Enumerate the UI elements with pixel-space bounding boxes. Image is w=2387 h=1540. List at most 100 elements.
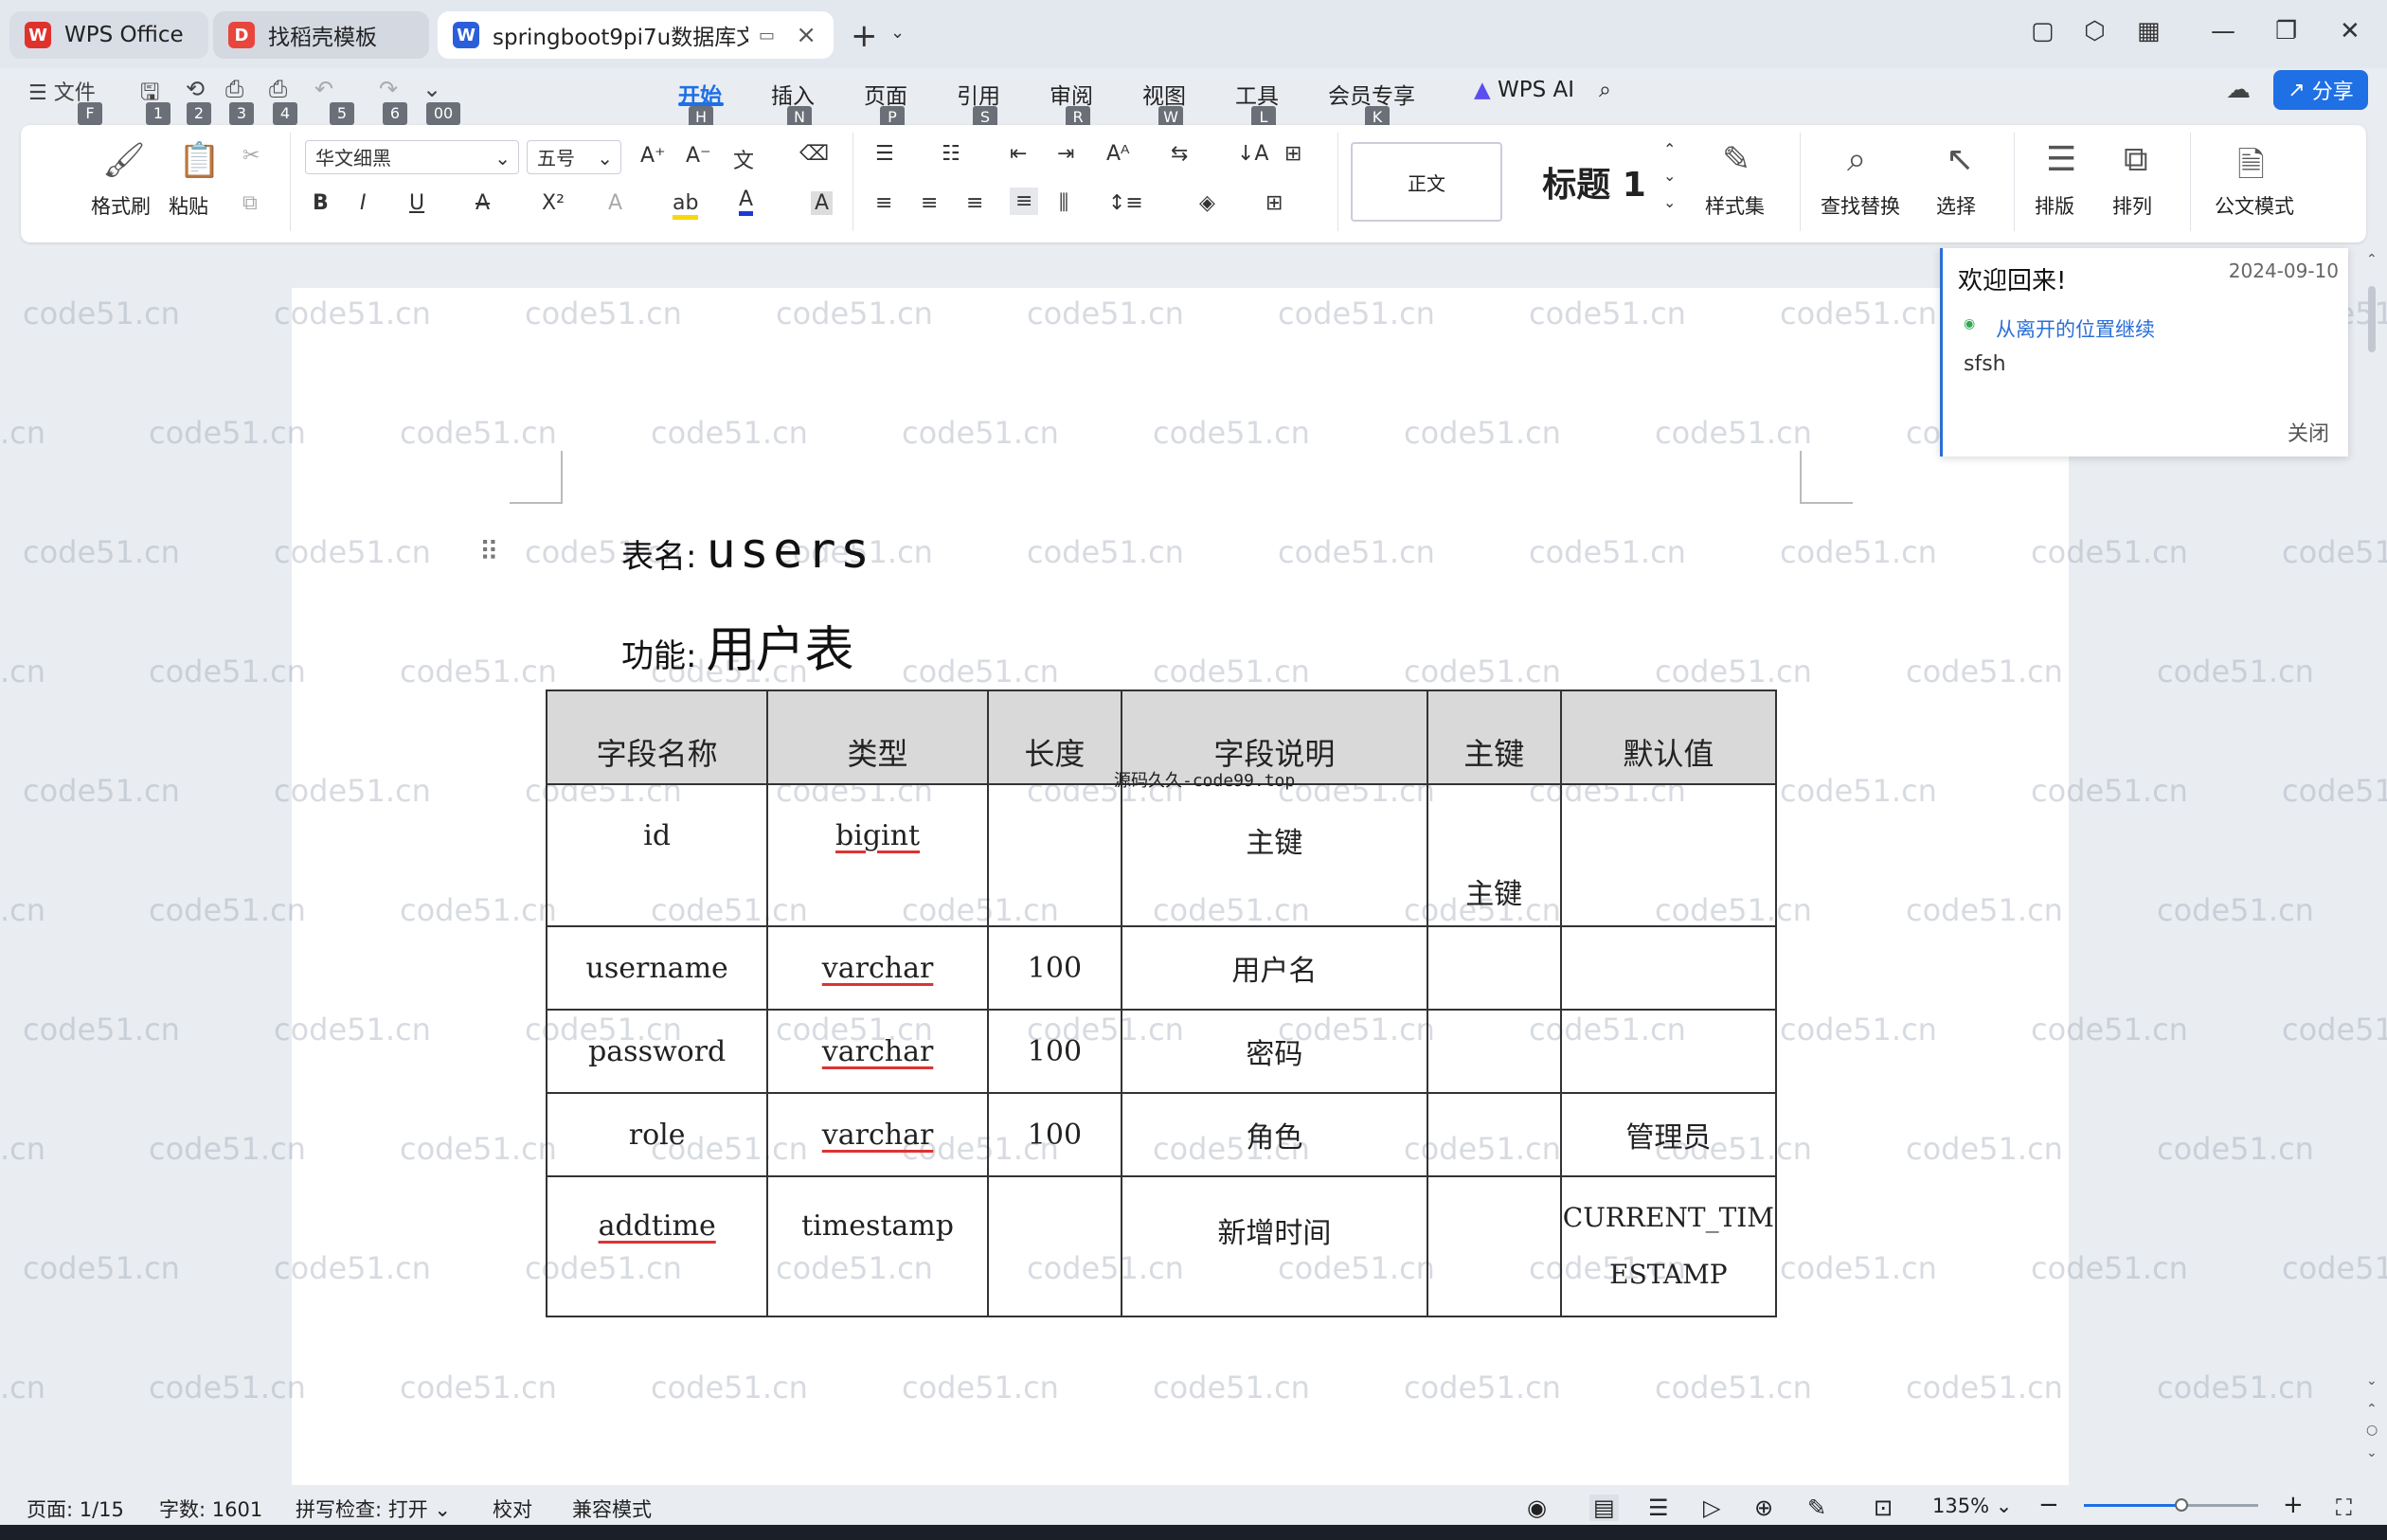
pen-icon[interactable]: ✎ [1807,1495,1826,1521]
tab-document[interactable]: W springboot9pi7u数据库文档 ▭ × [438,11,834,59]
search-icon[interactable]: ⌕ [1599,78,1611,102]
eye-protection-icon[interactable]: ◉ [1527,1495,1547,1521]
align-center-icon[interactable]: ≡ [921,191,938,215]
play-icon[interactable]: ▷ [1703,1495,1720,1521]
align-left-icon[interactable]: ≡ [875,191,892,215]
sort-icon[interactable]: ↓A [1237,142,1268,166]
field-pk-cell[interactable] [1426,1092,1562,1177]
arrange-icon[interactable]: ⧉ [2124,140,2148,180]
bold-icon[interactable]: B [313,191,329,215]
field-default-cell[interactable] [1559,1009,1778,1094]
bullets-icon[interactable]: ☰ [875,142,894,166]
format-painter-button[interactable]: 格式刷 [91,191,151,220]
menu-tools[interactable]: 工具 [1235,78,1279,110]
field-type-cell[interactable]: bigint [766,783,989,927]
text-direction-icon[interactable]: ⇆ [1171,142,1188,166]
tab-wps-office[interactable]: W WPS Office [9,11,208,59]
page-view-icon[interactable]: ▤ [1589,1495,1619,1521]
field-length-cell[interactable]: 100 [986,1092,1123,1177]
field-name-cell[interactable]: addtime [545,1175,769,1317]
menu-member[interactable]: 会员专享 [1328,78,1415,110]
style-set-icon[interactable]: ✎ [1722,140,1750,179]
field-default-cell[interactable] [1559,783,1778,927]
strikethrough-icon[interactable]: A [476,191,490,215]
field-length-cell[interactable]: 100 [986,925,1123,1011]
field-name-cell[interactable]: role [545,1092,769,1177]
close-window-icon[interactable]: ✕ [2340,17,2360,45]
official-doc-icon[interactable]: 🗎 [2237,140,2265,198]
field-desc-cell[interactable]: 角色 [1121,1092,1428,1177]
distribute-icon[interactable]: ⫼ [1059,191,1068,215]
phonetic-icon[interactable]: 文 [733,144,754,174]
vertical-scrollbar[interactable]: ⌃ ⌄ ⌃ ○ ⌄ [2359,248,2387,1479]
zoom-in-icon[interactable]: + [2283,1491,2304,1519]
select-cursor-icon[interactable]: ↖ [1946,140,1974,179]
field-default-cell[interactable]: CURRENT_TIM ESTAMP [1559,1175,1778,1317]
field-type-cell[interactable]: varchar [766,1092,989,1177]
field-length-cell[interactable]: 100 [986,1009,1123,1094]
tab-template[interactable]: D 找稻壳模板 [213,11,429,59]
superscript-icon[interactable]: X² [542,191,565,215]
official-mode-button[interactable]: 公文模式 [2215,191,2294,220]
field-desc-cell[interactable]: 用户名 [1121,925,1428,1011]
font-size-select[interactable]: 五号 ⌄ [527,140,621,174]
arrange-button[interactable]: 排列 [2112,191,2152,220]
outline-view-icon[interactable]: ☰ [1648,1495,1669,1521]
fullscreen-icon[interactable]: ⛶ [2336,1495,2352,1521]
layout-icon[interactable]: ☰ [2046,140,2076,179]
field-pk-cell[interactable] [1426,1175,1562,1317]
field-type-cell[interactable]: varchar [766,925,989,1011]
shading-icon[interactable]: ◈ [1199,191,1215,215]
page-indicator[interactable]: 页面: 1/15 [27,1495,124,1523]
scroll-up-icon[interactable]: ⌃ [2366,252,2378,267]
field-desc-cell[interactable]: 主键 [1121,783,1428,927]
field-type-cell[interactable]: varchar [766,1009,989,1094]
word-count[interactable]: 字数: 1601 [159,1495,262,1523]
format-painter-icon[interactable]: 🖌 [102,140,146,180]
scroll-down-icon[interactable]: ⌄ [2366,1373,2378,1388]
style-normal[interactable]: 正文 [1351,142,1502,222]
prev-page-icon[interactable]: ⌃ [2366,1402,2378,1417]
field-name-cell[interactable]: username [545,925,769,1011]
drag-handle-icon[interactable]: ⠿ [479,536,499,567]
layout-button[interactable]: 排版 [2035,191,2074,220]
new-tab-icon[interactable]: + [851,17,878,55]
field-name-cell[interactable]: id [545,783,769,927]
wps-ai-button[interactable]: ▲ WPS AI [1474,78,1574,102]
font-color-icon[interactable]: A [739,188,754,216]
indent-icon[interactable]: ⇥ [1057,142,1074,166]
menu-reference[interactable]: 引用 [957,78,1000,110]
redo-icon[interactable]: ↷ [379,76,398,102]
clear-format-icon[interactable]: ⌫ [799,142,829,166]
find-replace-button[interactable]: 查找替换 [1821,191,1900,220]
numbering-icon[interactable]: ☷ [942,142,960,166]
field-length-cell[interactable] [986,783,1123,927]
highlight-icon[interactable]: ab [673,191,699,220]
expand-icon[interactable]: ⌄ [1663,193,1676,211]
cut-icon[interactable]: ✂ [242,144,260,168]
chevron-down-icon[interactable]: ⌄ [422,76,441,102]
cube-icon[interactable]: ⬡ [2084,17,2106,45]
print-icon[interactable]: ⎙ [225,76,243,102]
web-view-icon[interactable]: ⊕ [1754,1495,1773,1521]
find-icon[interactable]: ⌕ [1847,140,1866,180]
print-preview-icon[interactable]: ⎙ [269,76,287,102]
select-button[interactable]: 选择 [1936,191,1976,220]
text-effect-icon[interactable]: A [608,191,622,215]
borders-icon[interactable]: ⊞ [1265,191,1283,215]
close-tab-icon[interactable]: × [796,21,817,49]
char-shading-icon[interactable]: A [811,191,834,215]
minimize-icon[interactable]: — [2211,17,2235,45]
show-marks-icon[interactable]: ⊞ [1284,142,1301,166]
char-case-icon[interactable]: Aᴬ [1106,142,1130,166]
field-length-cell[interactable] [986,1175,1123,1317]
zoom-slider-thumb[interactable] [2175,1498,2188,1512]
zoom-out-icon[interactable]: − [2038,1491,2059,1519]
field-desc-cell[interactable]: 新增时间 [1121,1175,1428,1317]
grow-font-icon[interactable]: A⁺ [640,144,666,168]
browse-object-icon[interactable]: ○ [2366,1423,2378,1438]
menu-insert[interactable]: 插入 [771,78,815,110]
field-pk-cell[interactable] [1426,1009,1562,1094]
restore-icon[interactable]: ❐ [2275,17,2297,45]
menu-view[interactable]: 视图 [1142,78,1186,110]
